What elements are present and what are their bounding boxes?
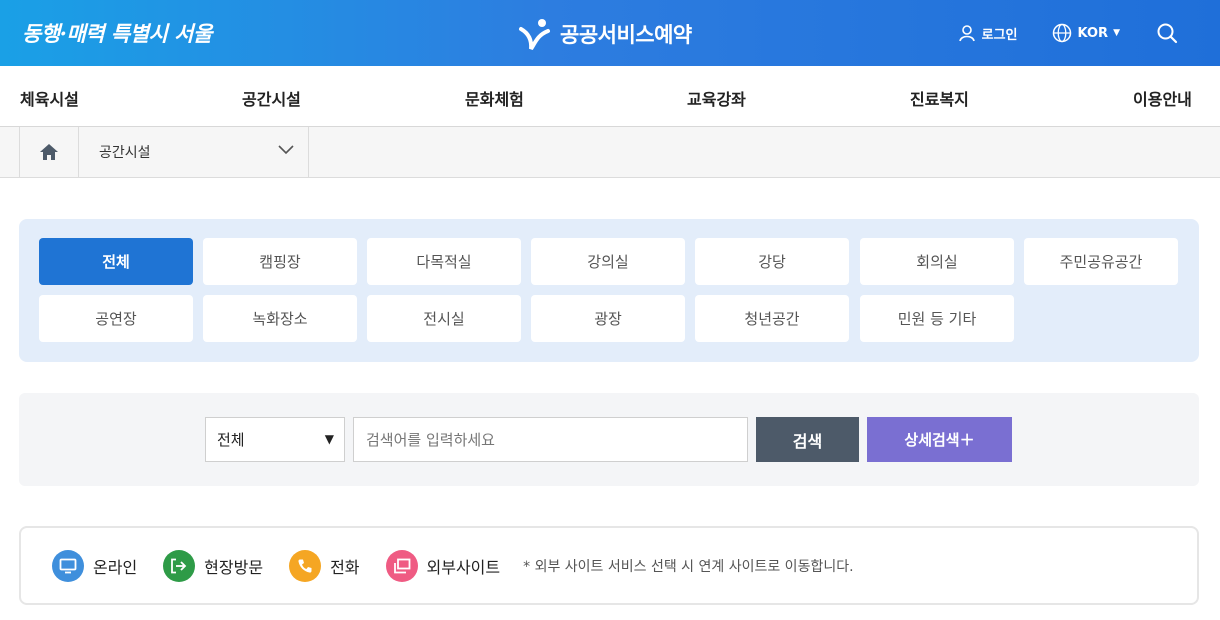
door-enter-icon bbox=[163, 549, 196, 582]
advanced-search-button[interactable]: 상세검색＋ bbox=[867, 417, 1012, 462]
search-toggle-button[interactable] bbox=[1156, 22, 1184, 44]
legend-visit-label: 현장방문 bbox=[204, 557, 264, 577]
category-plaza[interactable]: 광장 bbox=[531, 295, 685, 342]
search-input[interactable] bbox=[353, 417, 748, 462]
category-concert-hall[interactable]: 공연장 bbox=[39, 295, 193, 342]
search-button[interactable]: 검색 bbox=[756, 417, 859, 462]
globe-icon bbox=[1052, 23, 1071, 43]
category-meeting-room[interactable]: 회의실 bbox=[860, 238, 1014, 285]
breadcrumb-category-select[interactable]: 공간시설 bbox=[79, 127, 309, 177]
home-button[interactable] bbox=[19, 127, 79, 177]
legend-phone-label: 전화 bbox=[330, 557, 360, 577]
legend-online: 온라인 bbox=[52, 549, 138, 582]
header-utilities: 로그인 KOR ▼ bbox=[958, 20, 1184, 46]
main-navigation: 체육시설 공간시설 문화체험 교육강좌 진료복지 이용안내 bbox=[0, 66, 1220, 127]
legend-phone: 전화 bbox=[289, 549, 360, 582]
caret-down-icon: ▼ bbox=[1113, 28, 1120, 38]
legend-external-label: 외부사이트 bbox=[426, 557, 501, 577]
category-filter-panel: 전체 캠핑장 다목적실 강의실 강당 회의실 주민공유공간 공연장 녹화장소 전… bbox=[19, 219, 1199, 362]
login-label: 로그인 bbox=[981, 27, 1018, 43]
category-all[interactable]: 전체 bbox=[39, 238, 193, 285]
legend-visit: 현장방문 bbox=[163, 549, 264, 582]
category-lecture-room[interactable]: 강의실 bbox=[531, 238, 685, 285]
top-header: 동행·매력 특별시 서울 공공서비스예약 로그인 KOR ▼ bbox=[0, 0, 1220, 66]
breadcrumb-current: 공간시설 bbox=[99, 145, 151, 161]
legend-note: * 외부 사이트 서비스 선택 시 연계 사이트로 이동합니다. bbox=[523, 558, 854, 575]
brand-logo[interactable]: 공공서비스예약 bbox=[518, 17, 692, 51]
category-camping[interactable]: 캠핑장 bbox=[203, 238, 357, 285]
brand-name: 공공서비스예약 bbox=[560, 23, 692, 47]
nav-education-courses[interactable]: 교육강좌 bbox=[687, 86, 746, 110]
nav-medical-welfare[interactable]: 진료복지 bbox=[910, 86, 969, 110]
chevron-down-icon bbox=[278, 145, 294, 155]
seoul-person-icon bbox=[519, 19, 550, 51]
legend-online-label: 온라인 bbox=[93, 557, 138, 577]
category-civil-etc[interactable]: 민원 등 기타 bbox=[860, 295, 1014, 342]
nav-usage-guide[interactable]: 이용안내 bbox=[1133, 86, 1192, 110]
search-panel: 전체 ▼ 검색 상세검색＋ bbox=[19, 393, 1199, 486]
category-auditorium[interactable]: 강당 bbox=[695, 238, 849, 285]
category-multipurpose-room[interactable]: 다목적실 bbox=[367, 238, 521, 285]
phone-icon bbox=[289, 549, 322, 582]
search-scope-select[interactable]: 전체 ▼ bbox=[205, 417, 345, 462]
home-icon bbox=[40, 144, 58, 160]
external-window-icon bbox=[385, 549, 418, 582]
search-scope-value: 전체 bbox=[217, 431, 245, 449]
monitor-icon bbox=[52, 549, 84, 582]
category-filming-location[interactable]: 녹화장소 bbox=[203, 295, 357, 342]
nav-sports-facilities[interactable]: 체육시설 bbox=[20, 86, 79, 110]
user-icon bbox=[958, 25, 975, 42]
category-community-space[interactable]: 주민공유공간 bbox=[1024, 238, 1178, 285]
search-icon bbox=[1157, 23, 1178, 44]
login-button[interactable]: 로그인 bbox=[958, 24, 1018, 43]
language-label: KOR bbox=[1077, 25, 1109, 41]
category-exhibition-room[interactable]: 전시실 bbox=[367, 295, 521, 342]
triangle-down-icon: ▼ bbox=[324, 432, 334, 446]
legend-external: 외부사이트 bbox=[385, 549, 501, 582]
reservation-method-legend: 온라인 현장방문 전화 외부사이트 * 외부 사이트 서비스 선택 시 연계 사… bbox=[19, 526, 1199, 605]
seoul-slogan-logo[interactable]: 동행·매력 특별시 서울 bbox=[22, 18, 212, 48]
breadcrumb: 공간시설 bbox=[0, 127, 1220, 178]
nav-culture-experience[interactable]: 문화체험 bbox=[465, 86, 524, 110]
nav-space-facilities[interactable]: 공간시설 bbox=[242, 86, 301, 110]
language-selector[interactable]: KOR ▼ bbox=[1052, 23, 1120, 43]
category-youth-space[interactable]: 청년공간 bbox=[695, 295, 849, 342]
